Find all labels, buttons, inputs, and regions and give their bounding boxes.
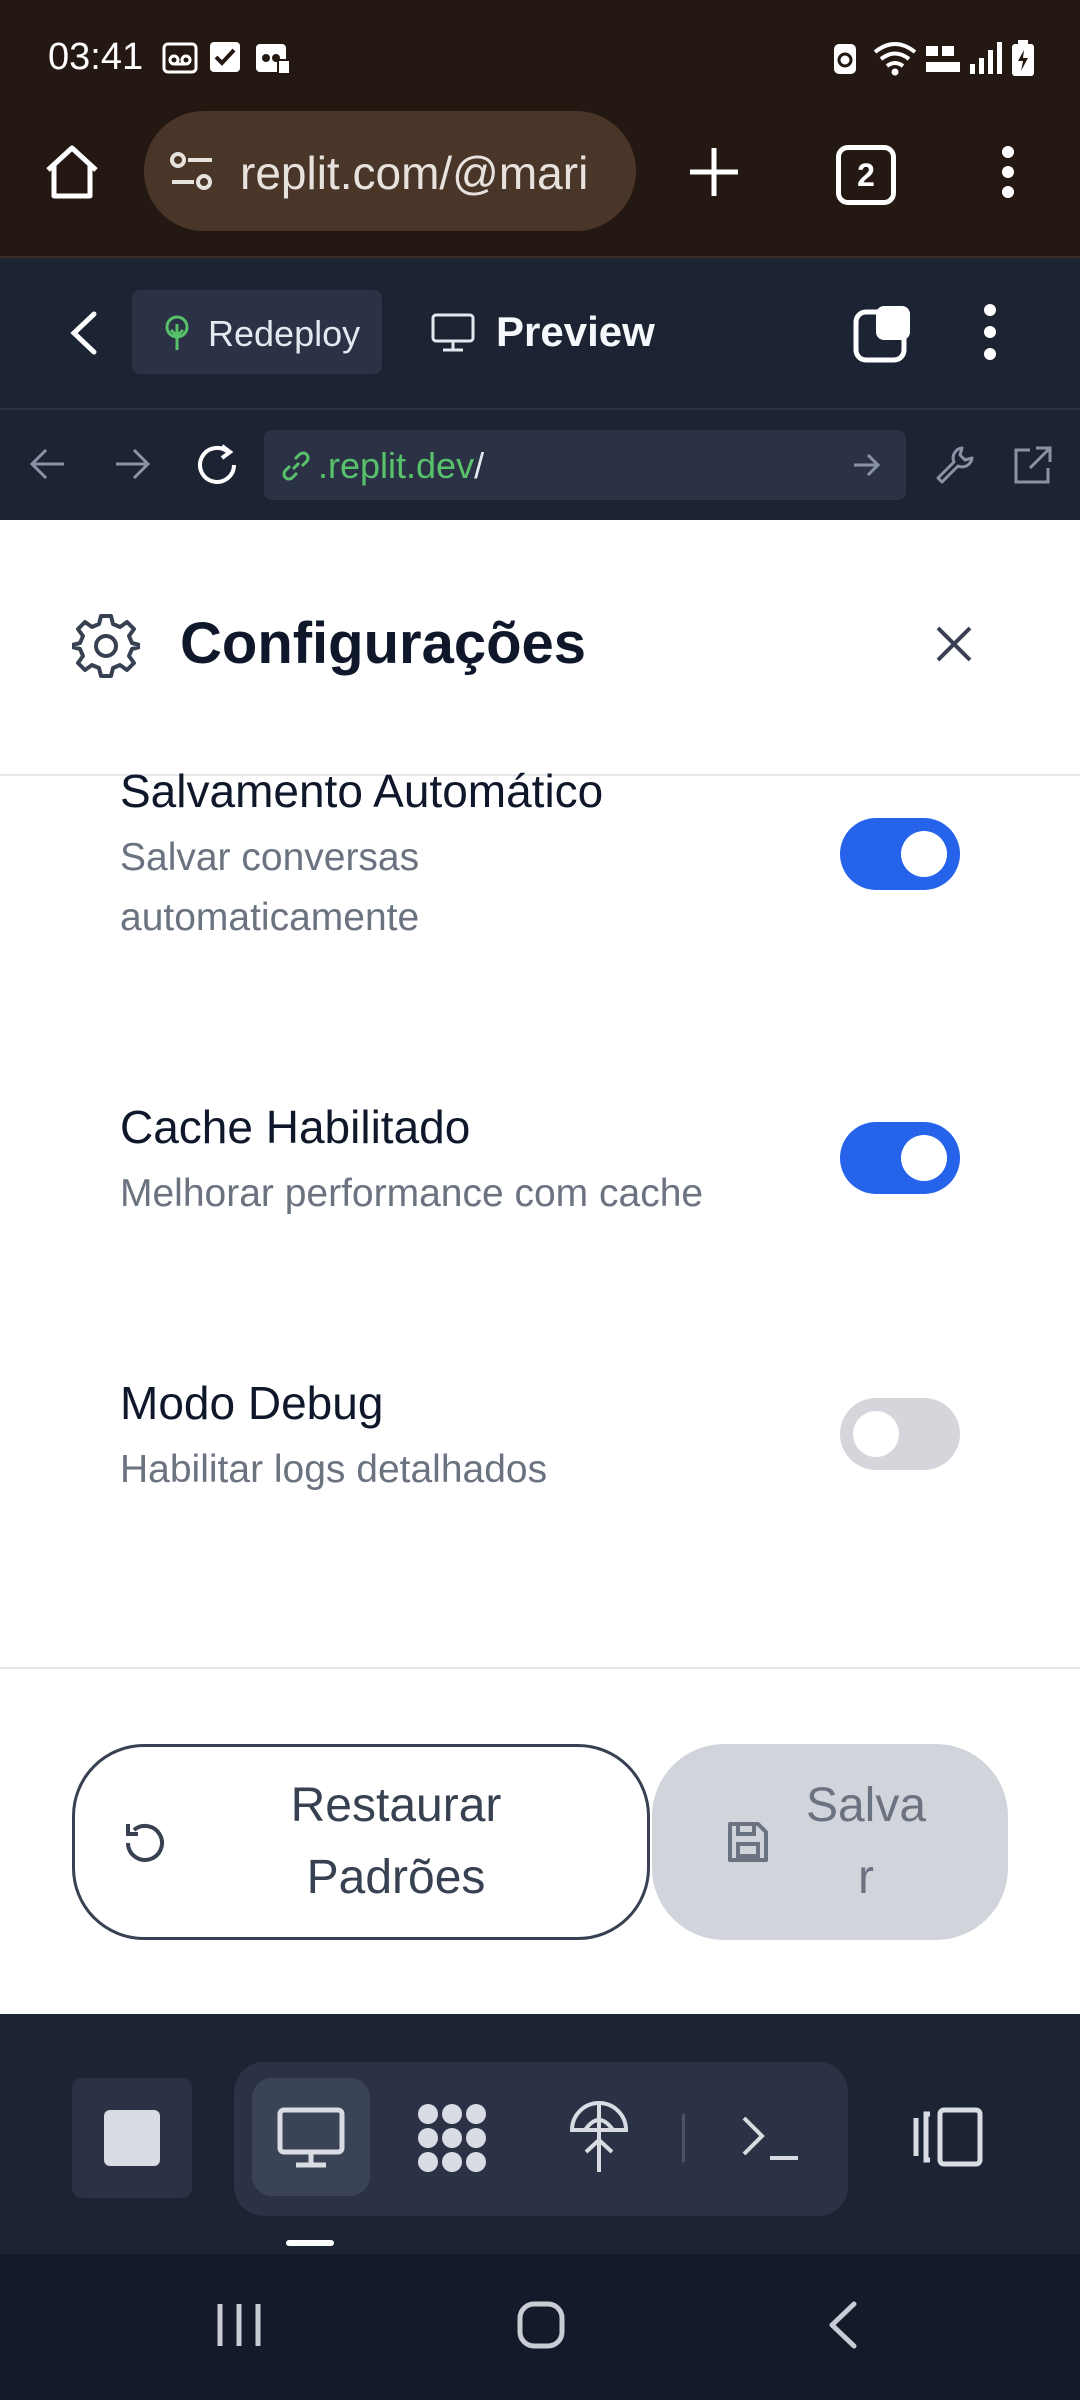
setting-cache-desc: Melhorar performance com cache (120, 1172, 704, 1215)
redeploy-label: Redeploy (208, 313, 361, 354)
wrench-icon[interactable] (932, 442, 978, 488)
recents-icon[interactable] (214, 2302, 264, 2348)
tool-divider (682, 2114, 685, 2162)
close-icon[interactable] (934, 624, 974, 664)
terminal-icon[interactable] (740, 2112, 802, 2164)
url-path: / (474, 445, 485, 486)
save-label-line2: r (858, 1851, 874, 1904)
panels-icon[interactable] (912, 2106, 984, 2168)
back-arrow-icon[interactable] (28, 446, 68, 482)
setting-debug-title: Modo Debug (120, 1377, 384, 1429)
restore-defaults-label: Restaurar Padrões (230, 1770, 562, 1914)
workspace-icon[interactable] (852, 302, 914, 364)
site-settings-icon[interactable] (168, 150, 216, 194)
browser-url-text: replit.com/@mari (240, 147, 589, 199)
setting-autosave-desc-line2: automaticamente (120, 896, 420, 939)
debug-toggle[interactable] (840, 1398, 960, 1470)
monitor-icon[interactable] (430, 312, 476, 354)
url-domain: .replit.dev (318, 445, 475, 486)
setting-autosave-desc-line1: Salvar conversas (120, 836, 420, 879)
settings-title: Configurações (180, 611, 587, 676)
new-tab-plus-icon[interactable] (688, 146, 740, 198)
monitor-icon (276, 2106, 346, 2170)
forward-arrow-icon[interactable] (112, 446, 152, 482)
preview-tab-label[interactable]: Preview (496, 308, 655, 356)
back-chevron-icon[interactable] (68, 310, 100, 356)
restore-label-line1: Restaurar (290, 1779, 502, 1832)
battery-icon (1010, 40, 1036, 78)
toggle-knob (853, 1411, 899, 1457)
active-tool-indicator (286, 2240, 334, 2246)
more-vert-icon[interactable] (1000, 146, 1016, 198)
footer-divider (0, 1667, 1080, 1669)
tree-icon (160, 314, 194, 352)
home-circle-icon[interactable] (516, 2300, 566, 2350)
home-icon[interactable] (42, 144, 102, 200)
cache-toggle[interactable] (840, 1122, 960, 1194)
floppy-disk-icon (724, 1818, 772, 1866)
save-label-line1: Salva (805, 1779, 927, 1832)
go-arrow-icon[interactable] (852, 452, 882, 478)
wifi-icon (872, 40, 918, 76)
status-time: 03:41 (48, 36, 144, 78)
setting-debug-desc: Habilitar logs detalhados (120, 1448, 548, 1491)
stop-icon (104, 2110, 160, 2166)
save-label: Salva r (786, 1770, 946, 1914)
toggle-knob (901, 831, 947, 877)
agent-icon[interactable] (414, 2100, 490, 2176)
replit-more-vert-icon[interactable] (982, 304, 998, 360)
voicemail-icon (162, 40, 198, 76)
sim-icon (254, 40, 292, 76)
setting-autosave-title: Salvamento Automático (120, 765, 604, 817)
restore-icon (120, 1818, 170, 1868)
back-icon[interactable] (826, 2300, 860, 2350)
deploy-icon[interactable] (568, 2100, 630, 2176)
battery-saver-icon (830, 40, 860, 76)
gear-icon (72, 612, 140, 680)
toggle-knob (901, 1135, 947, 1181)
autosave-toggle[interactable] (840, 818, 960, 890)
signal-icon (968, 40, 1004, 76)
setting-autosave-desc: Salvar conversas automaticamente (120, 828, 419, 948)
setting-cache-title: Cache Habilitado (120, 1101, 471, 1153)
tab-switcher-button[interactable]: 2 (836, 145, 896, 205)
webview-url-text: .replit.dev/ (318, 445, 484, 487)
checkbox-icon (208, 40, 242, 74)
refresh-icon[interactable] (194, 442, 240, 488)
restore-label-line2: Padrões (306, 1851, 486, 1904)
link-icon (278, 448, 314, 484)
volte-icon (924, 44, 964, 76)
external-link-icon[interactable] (1010, 442, 1056, 488)
